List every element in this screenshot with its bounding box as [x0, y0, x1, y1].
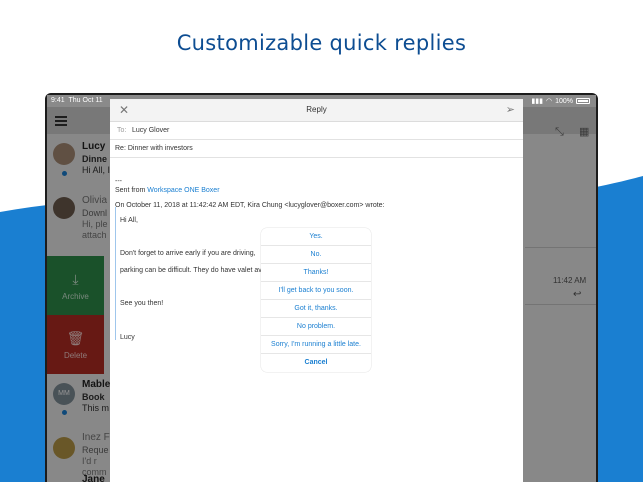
status-indicators: ▮▮▮ ◠ 100% — [531, 97, 590, 105]
sent-from-link[interactable]: Workspace ONE Boxer — [147, 187, 219, 194]
compose-header: ✕ Reply ➢ — [110, 99, 523, 122]
quote-bar — [115, 207, 116, 340]
signal-icon: ▮▮▮ — [531, 98, 543, 105]
status-time: 9:41 Thu Oct 11 — [51, 97, 103, 104]
compose-title: Reply — [306, 105, 327, 114]
to-value: Lucy Glover — [132, 127, 170, 134]
quote-attribution: On October 11, 2018 at 11:42:42 AM EDT, … — [115, 202, 385, 209]
quote-text: Lucy — [120, 334, 135, 341]
quick-reply-option[interactable]: I'll get back to you soon. — [261, 282, 371, 300]
quote-text: Hi All, — [120, 217, 138, 224]
quick-reply-option[interactable]: Thanks! — [261, 264, 371, 282]
quote-text: Don't forget to arrive early if you are … — [120, 250, 256, 257]
quote-text: parking can be difficult. They do have v… — [120, 267, 266, 274]
subject-value: Re: Dinner with investors — [115, 145, 193, 152]
cancel-button[interactable]: Cancel — [261, 354, 371, 372]
send-icon[interactable]: ➢ — [506, 103, 515, 116]
to-field[interactable]: To: Lucy Glover — [110, 122, 523, 140]
wifi-icon: ◠ — [545, 98, 553, 105]
signature-line: Sent from Workspace ONE Boxer — [115, 187, 220, 194]
quick-reply-option[interactable]: No problem. — [261, 318, 371, 336]
quick-reply-option[interactable]: No. — [261, 246, 371, 264]
quote-text: See you then! — [120, 300, 164, 307]
quick-reply-option[interactable]: Sorry, I'm running a little late. — [261, 336, 371, 354]
battery-percent: 100% — [555, 97, 573, 105]
quick-replies-menu: Yes. No. Thanks! I'll get back to you so… — [261, 228, 371, 372]
quick-reply-option[interactable]: Got it, thanks. — [261, 300, 371, 318]
subject-field[interactable]: Re: Dinner with investors — [110, 140, 523, 158]
quick-reply-option[interactable]: Yes. — [261, 228, 371, 246]
battery-icon — [576, 98, 590, 104]
